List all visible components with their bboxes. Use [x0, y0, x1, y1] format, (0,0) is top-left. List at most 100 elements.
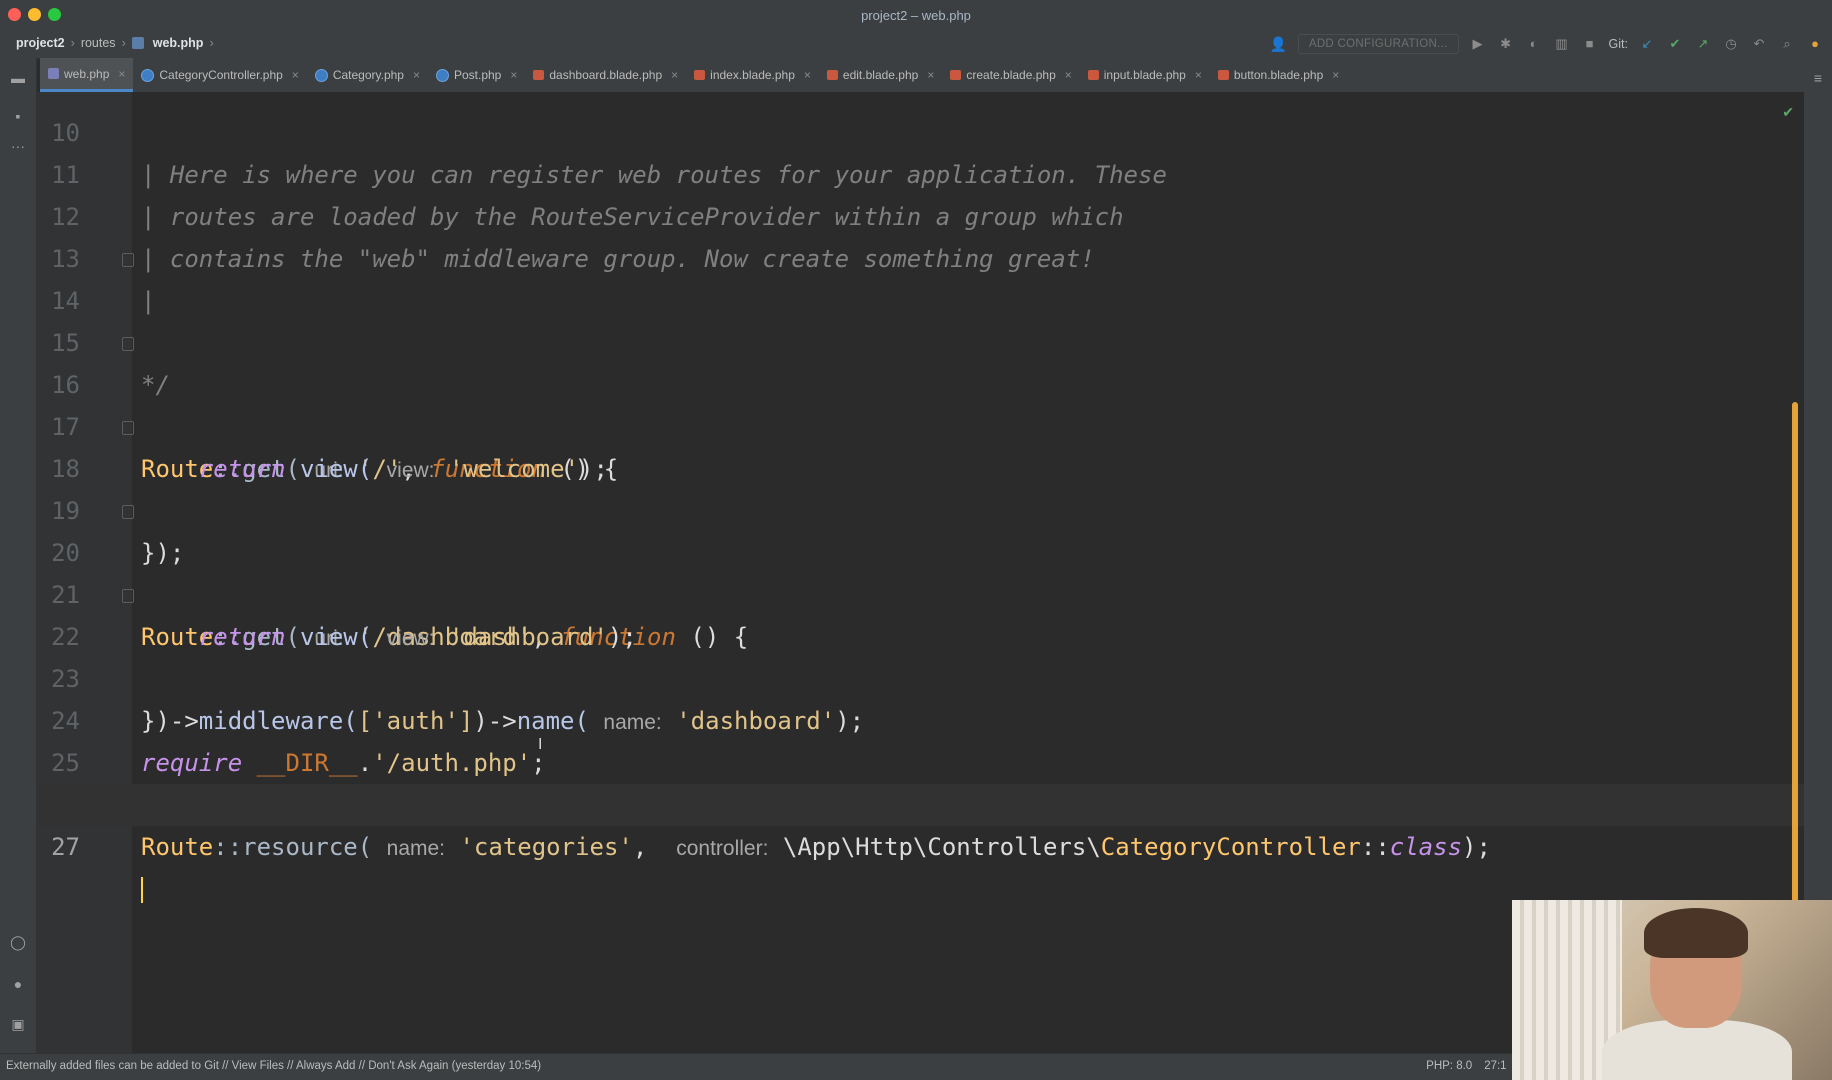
close-icon[interactable]: ×: [804, 68, 811, 82]
tab-label: input.blade.php: [1103, 68, 1186, 82]
tab-label: Post.php: [453, 68, 502, 82]
class-icon: [314, 68, 328, 82]
tab-label: Category.php: [332, 68, 404, 82]
code-line[interactable]: 20 Route::get( uri: '/dashboard', functi…: [36, 490, 1804, 651]
left-tool-strip: ▬ ▪ ··· ◯ ● ▣: [0, 58, 37, 1054]
breadcrumb-file[interactable]: web.php: [153, 36, 204, 50]
code-line[interactable]: 19: [36, 448, 1804, 525]
tab-post[interactable]: Post.php ×: [428, 58, 525, 92]
user-icon[interactable]: 👤▾: [1270, 36, 1288, 69]
webcam-overlay: [1512, 900, 1832, 1080]
git-commit-icon[interactable]: ✔: [1666, 35, 1684, 53]
close-icon[interactable]: ×: [1065, 68, 1072, 82]
caret-position[interactable]: 27:1: [1484, 1060, 1506, 1072]
code-line[interactable]: 10 | Here is where you can register web …: [36, 92, 1804, 189]
breadcrumb-project[interactable]: project2: [16, 36, 65, 50]
tab-label: dashboard.blade.php: [549, 68, 663, 82]
code-line[interactable]: 13 |: [36, 196, 1804, 315]
code-line[interactable]: 22 })->middleware(['auth'])->name( name:…: [36, 574, 1804, 735]
close-icon[interactable]: ×: [927, 68, 934, 82]
code-line[interactable]: 25: [36, 700, 1804, 777]
tab-create-blade[interactable]: create.blade.php ×: [942, 58, 1079, 92]
close-icon[interactable]: ×: [671, 68, 678, 82]
editor-tabs: web.php × CategoryController.php × Categ…: [40, 58, 1832, 92]
breadcrumb-folder[interactable]: routes: [81, 36, 116, 50]
tab-input-blade[interactable]: input.blade.php ×: [1080, 58, 1210, 92]
php-file-icon: [48, 68, 59, 79]
blade-icon: [533, 70, 545, 80]
code-line[interactable]: 15: [36, 280, 1804, 357]
tab-label: index.blade.php: [710, 68, 795, 82]
history-icon[interactable]: ◷: [1722, 35, 1740, 53]
debug-icon[interactable]: ✱: [1497, 35, 1515, 53]
search-icon[interactable]: ⌕: [1778, 35, 1796, 53]
tab-edit-blade[interactable]: edit.blade.php ×: [819, 58, 942, 92]
stop-icon[interactable]: ■: [1581, 35, 1599, 53]
tab-label: CategoryController.php: [159, 68, 283, 82]
blade-icon: [826, 70, 838, 80]
tab-web-php[interactable]: web.php ×: [40, 58, 134, 92]
title-bar: project2 – web.php: [0, 0, 1832, 30]
chevron-right-icon: ›: [70, 36, 75, 50]
fold-icon[interactable]: [122, 253, 134, 267]
code-line[interactable]: 21 return view( view: 'dashboard');: [36, 532, 1804, 651]
chevron-right-icon: ›: [209, 36, 214, 50]
close-icon[interactable]: ×: [510, 68, 517, 82]
fold-icon[interactable]: [122, 421, 134, 435]
notifications-icon[interactable]: ◯: [10, 934, 26, 950]
breadcrumb: project2 › routes › web.php ›: [16, 36, 214, 50]
fold-icon[interactable]: [122, 337, 134, 351]
tab-label: web.php: [64, 66, 110, 81]
close-icon[interactable]: ×: [118, 67, 125, 81]
close-icon[interactable]: ×: [413, 68, 420, 82]
git-push-icon[interactable]: ↗: [1694, 35, 1712, 53]
git-update-icon[interactable]: ↙: [1638, 35, 1656, 53]
code-line[interactable]: 11 | routes are loaded by the RouteServi…: [36, 112, 1804, 231]
close-icon[interactable]: ×: [1195, 68, 1202, 82]
code-text: Route::resource( name: 'categories', con…: [141, 833, 1491, 861]
toolbar: 👤▾ ADD CONFIGURATION... ▶ ✱ ◐ ▥ ■ Git: ↙…: [1270, 34, 1824, 69]
add-configuration-button[interactable]: ADD CONFIGURATION...: [1297, 34, 1459, 54]
code-line[interactable]: 12 | contains the "web" middleware group…: [36, 154, 1804, 273]
code-line[interactable]: 24 require __DIR__.'/auth.php';: [36, 658, 1804, 777]
tab-dashboard-blade[interactable]: dashboard.blade.php ×: [525, 58, 686, 92]
more-icon[interactable]: ···: [10, 138, 26, 154]
tab-categorycontroller[interactable]: CategoryController.php ×: [133, 58, 306, 92]
tab-category[interactable]: Category.php ×: [307, 58, 428, 92]
webcam-person-hair: [1644, 908, 1748, 958]
tab-button-blade[interactable]: button.blade.php ×: [1210, 58, 1347, 92]
problems-icon[interactable]: ●: [10, 976, 26, 992]
rollback-icon[interactable]: ↶: [1750, 35, 1768, 53]
code-line[interactable]: 26 Route::resource( name: 'categories', …: [36, 742, 1804, 861]
code-line[interactable]: 18 });: [36, 406, 1804, 567]
ide-update-icon[interactable]: ●: [1806, 35, 1824, 53]
close-icon[interactable]: ×: [292, 68, 299, 82]
close-icon[interactable]: ×: [1332, 68, 1339, 82]
run-icon[interactable]: ▶: [1469, 35, 1487, 53]
scrollbar[interactable]: [1792, 402, 1798, 922]
code-line[interactable]: 23: [36, 616, 1804, 693]
fold-icon[interactable]: [122, 589, 134, 603]
code-line-current[interactable]: 27: [36, 784, 1804, 903]
database-icon[interactable]: ≡: [1810, 70, 1826, 86]
blade-icon: [1087, 70, 1099, 80]
code-line[interactable]: 17 return view( view: 'welcome');: [36, 364, 1804, 483]
window-title: project2 – web.php: [861, 8, 971, 23]
php-version[interactable]: PHP: 8.0: [1426, 1060, 1472, 1072]
terminal-icon[interactable]: ▣: [10, 1016, 26, 1032]
tab-label: edit.blade.php: [842, 68, 919, 82]
profile-icon[interactable]: ▥: [1553, 35, 1571, 53]
tab-index-blade[interactable]: index.blade.php ×: [686, 58, 819, 92]
navigation-bar: project2 › routes › web.php › 👤▾ ADD CON…: [0, 30, 1832, 69]
fold-icon[interactable]: [122, 505, 134, 519]
project-folder-icon[interactable]: ▬: [10, 70, 26, 86]
class-icon: [141, 68, 155, 82]
text-caret: [141, 877, 143, 903]
status-message[interactable]: Externally added files can be added to G…: [6, 1060, 541, 1072]
php-file-icon: [131, 37, 144, 49]
code-line[interactable]: 16 Route::get( uri: '/', function () {: [36, 322, 1804, 483]
code-line[interactable]: 14 */: [36, 238, 1804, 399]
coverage-icon[interactable]: ◐: [1525, 35, 1543, 53]
class-icon: [435, 68, 449, 82]
structure-icon[interactable]: ▪: [10, 108, 26, 124]
